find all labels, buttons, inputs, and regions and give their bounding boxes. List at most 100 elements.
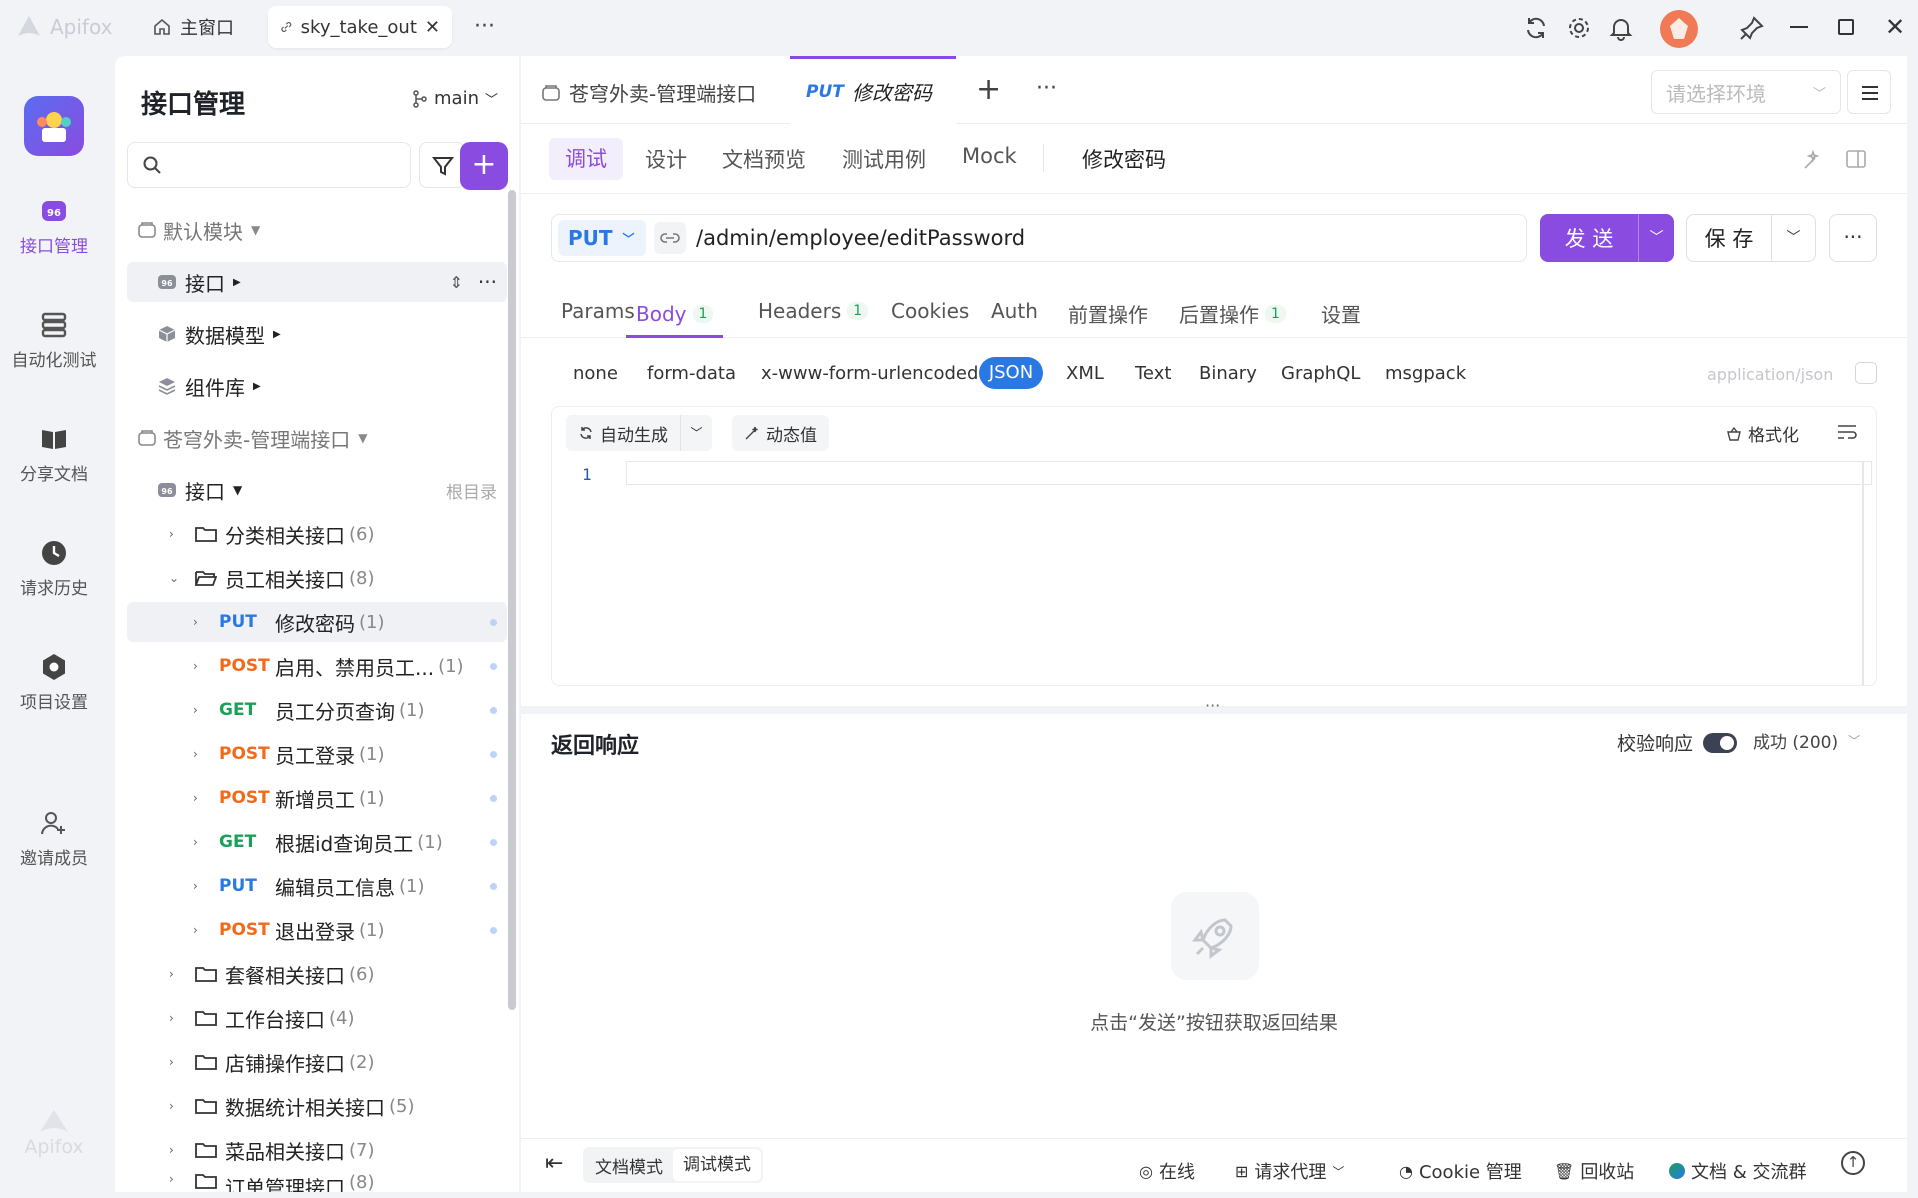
docs-community[interactable]: 文档 & 交流群 [1669,1158,1806,1184]
format-button[interactable]: 格式化 [1726,421,1799,446]
recycle-bin[interactable]: 🗑 回收站 [1554,1158,1634,1184]
save-dropdown-icon[interactable]: ﹀ [1771,215,1815,261]
menu-button[interactable] [1847,70,1891,114]
rail-item-project-settings[interactable]: 项目设置 [0,652,108,713]
proxy-menu[interactable]: ⊞ 请求代理 ﹀ [1235,1158,1344,1184]
close-icon[interactable]: ✕ [425,17,440,38]
folder-item[interactable]: › 订单管理接口 (8) [127,1172,507,1192]
endpoint-item[interactable]: › GET 根据id查询员工 (1) [127,822,507,862]
more-icon[interactable]: ··· [478,270,497,294]
rail-item-automation[interactable]: 自动化测试 [0,310,108,371]
expand-collapse-icon[interactable]: ⇕ [450,273,463,292]
subtab-mock[interactable]: Mock [962,144,1017,168]
tab-pre-ops[interactable]: 前置操作 [1068,299,1148,328]
body-type-binary[interactable]: Binary [1199,363,1257,384]
more-tabs-icon[interactable]: ··· [1036,76,1057,101]
more-actions-button[interactable]: ··· [1829,214,1877,262]
send-dropdown-icon[interactable]: ﹀ [1638,214,1674,262]
scroll-top-icon[interactable]: ↑ [1841,1151,1865,1175]
rail-item-share-docs[interactable]: 分享文档 [0,424,108,485]
editor-scrollbar[interactable] [1862,461,1864,685]
subtab-debug[interactable]: 调试 [549,138,623,180]
tab-post-ops[interactable]: 后置操作 1 [1179,299,1286,328]
collapse-sidebar-icon[interactable]: ⇤ [545,1151,563,1176]
body-type-none[interactable]: none [573,363,618,384]
validate-toggle[interactable] [1703,732,1738,753]
tree-search-input[interactable] [127,142,411,188]
folder-category[interactable]: › 分类相关接口 (6) [127,514,507,554]
subtab-design[interactable]: 设计 [645,144,687,174]
refresh-icon[interactable] [1522,14,1550,42]
tab-settings[interactable]: 设置 [1321,299,1361,328]
endpoint-item[interactable]: › PUT 修改密码 (1) [127,602,507,642]
more-tabs-icon[interactable]: ··· [474,14,495,39]
endpoint-item[interactable]: › POST 退出登录 (1) [127,910,507,950]
tab-main-window[interactable]: 主窗口 [140,6,246,48]
debug-mode-button[interactable]: 调试模式 [673,1149,761,1181]
body-type-graphql[interactable]: GraphQL [1281,363,1360,384]
body-type-urlencoded[interactable]: x-www-form-urlencoded [761,363,978,384]
tree-item-project-api[interactable]: 96 接口 ▼ 根目录 [127,470,507,510]
rail-item-invite[interactable]: 邀请成员 [0,808,108,869]
tab-cookies[interactable]: Cookies [891,299,969,323]
bell-icon[interactable] [1607,14,1635,42]
chevron-down-icon[interactable]: ﹀ [680,415,712,451]
code-input[interactable] [626,461,1872,485]
endpoint-item[interactable]: › POST 启用、禁用员工... (1) [127,646,507,686]
link-button[interactable] [654,222,686,254]
endpoint-item[interactable]: › PUT 编辑员工信息 (1) [127,866,507,906]
body-type-xml[interactable]: XML [1066,363,1104,384]
body-type-json[interactable]: JSON [979,357,1043,389]
folder-item[interactable]: › 菜品相关接口 (7) [127,1130,507,1170]
content-type-checkbox[interactable] [1855,362,1877,384]
magic-icon[interactable] [1801,148,1825,172]
body-type-msgpack[interactable]: msgpack [1385,363,1466,384]
drag-handle-icon[interactable]: ··· [1205,696,1220,715]
subtab-doc-preview[interactable]: 文档预览 [722,144,806,174]
body-type-form-data[interactable]: form-data [647,363,736,384]
add-tab-icon[interactable]: + [976,72,1001,107]
endpoint-item[interactable]: › POST 新增员工 (1) [127,778,507,818]
doc-tab-active[interactable]: PUT 修改密码 [790,56,956,124]
rail-item-history[interactable]: 请求历史 [0,538,108,599]
word-wrap-icon[interactable] [1836,423,1858,441]
endpoint-item[interactable]: › POST 员工登录 (1) [127,734,507,774]
url-input[interactable]: /admin/employee/editPassword [696,226,1025,250]
tab-params[interactable]: Params [561,299,635,323]
doc-tab-project[interactable]: 苍穹外卖-管理端接口 [541,78,756,107]
save-button[interactable]: 保 存 ﹀ [1686,214,1816,262]
module-project[interactable]: 苍穹外卖-管理端接口 ▼ [127,418,507,458]
tree-item-api[interactable]: 96 接口 ▶ ⇕ ··· [127,262,507,302]
pin-icon[interactable] [1738,14,1766,42]
filter-button[interactable] [419,142,465,188]
folder-item[interactable]: › 店铺操作接口 (2) [127,1042,507,1082]
branch-selector[interactable]: main ﹀ [412,88,498,109]
environment-select[interactable]: 请选择环境 ﹀ [1651,70,1841,114]
maximize-icon[interactable] [1838,19,1854,35]
folder-employee[interactable]: ⌄ 员工相关接口 (8) [127,558,507,598]
subtab-test-cases[interactable]: 测试用例 [842,144,926,174]
tab-project[interactable]: sky_take_out ✕ [268,6,452,48]
body-type-text[interactable]: Text [1135,363,1171,384]
tab-auth[interactable]: Auth [991,299,1038,323]
add-button[interactable]: + [460,142,508,190]
endpoint-item[interactable]: › GET 员工分页查询 (1) [127,690,507,730]
method-select[interactable]: PUT ﹀ [558,220,646,256]
module-default[interactable]: 默认模块 ▼ [127,210,507,250]
folder-item[interactable]: › 套餐相关接口 (6) [127,954,507,994]
tree-item-component-lib[interactable]: 组件库 ▶ [127,366,507,406]
side-panel-icon[interactable] [1845,148,1867,170]
gear-icon[interactable] [1565,14,1593,42]
project-avatar[interactable] [24,96,84,156]
dynamic-value-button[interactable]: 动态值 [732,415,829,451]
rail-item-api-management[interactable]: 96 接口管理 [0,196,108,257]
cookie-manager[interactable]: ◔ Cookie 管理 [1399,1158,1522,1184]
tree-scrollbar[interactable] [508,190,516,1010]
tree-item-data-model[interactable]: 数据模型 ▶ [127,314,507,354]
tab-headers[interactable]: Headers 1 [758,299,869,323]
avatar[interactable] [1660,10,1698,48]
doc-mode-button[interactable]: 文档模式 [585,1153,673,1178]
folder-item[interactable]: › 工作台接口 (4) [127,998,507,1038]
minimize-icon[interactable] [1790,26,1808,28]
folder-item[interactable]: › 数据统计相关接口 (5) [127,1086,507,1126]
